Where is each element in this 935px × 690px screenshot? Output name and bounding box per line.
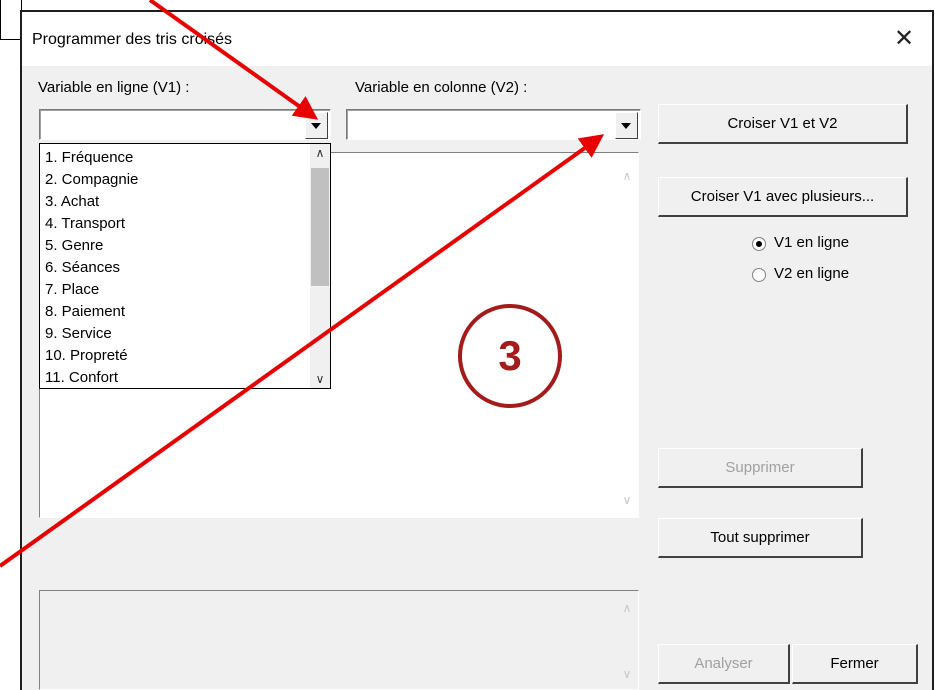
list-item[interactable]: 6. Séances	[45, 257, 120, 279]
delete-all-button[interactable]: Tout supprimer	[658, 518, 863, 558]
v1-dropdown-arrow-icon[interactable]	[305, 112, 328, 139]
title-bar: Programmer des tris croisés ✕	[22, 12, 932, 66]
v1-label: Variable en ligne (V1) :	[38, 79, 190, 96]
cross-v1-v2-button[interactable]: Croiser V1 et V2	[658, 104, 908, 144]
dropdown-scrollbar[interactable]: ∧ ∨	[310, 144, 330, 388]
analysis-output-area[interactable]: ∧ ∨	[39, 590, 639, 690]
radio-v2-row-option[interactable]: V2 en ligne	[752, 265, 902, 287]
v2-dropdown-arrow-icon[interactable]	[615, 112, 638, 139]
step-number-badge: 3	[458, 304, 562, 408]
close-button[interactable]: Fermer	[792, 644, 918, 684]
list-item[interactable]: 4. Transport	[45, 213, 125, 235]
list-item[interactable]: 2. Compagnie	[45, 169, 138, 191]
scrollbar-thumb[interactable]	[311, 168, 329, 286]
v2-combobox[interactable]	[346, 109, 641, 140]
list-item[interactable]: 7. Place	[45, 279, 99, 301]
list-scroll-down-icon[interactable]: ∨	[616, 493, 638, 507]
dialog-title: Programmer des tris croisés	[32, 31, 233, 48]
radio-v1-row[interactable]	[752, 237, 766, 251]
scroll-down-icon[interactable]: ∨	[310, 372, 330, 386]
analyze-button[interactable]: Analyser	[658, 644, 790, 684]
list-item[interactable]: 3. Achat	[45, 191, 99, 213]
list-item[interactable]: 8. Paiement	[45, 301, 125, 323]
list-item[interactable]: 1. Fréquence	[45, 147, 133, 169]
v1-combobox[interactable]	[39, 109, 331, 140]
radio-v1-row-option[interactable]: V1 en ligne	[752, 234, 902, 256]
list-item[interactable]: 11. Confort	[45, 367, 118, 389]
radio-v2-row-label: V2 en ligne	[774, 265, 850, 282]
delete-button[interactable]: Supprimer	[658, 448, 863, 488]
output-scroll-down-icon[interactable]: ∨	[616, 667, 638, 681]
close-icon[interactable]: ✕	[888, 23, 920, 55]
output-scroll-up-icon[interactable]: ∧	[616, 601, 638, 615]
v2-label: Variable en colonne (V2) :	[355, 79, 528, 96]
background-window-fragment	[0, 0, 22, 40]
list-item[interactable]: 9. Service	[45, 323, 112, 345]
radio-v1-row-label: V1 en ligne	[774, 234, 850, 251]
list-item[interactable]: 5. Genre	[45, 235, 103, 257]
scroll-up-icon[interactable]: ∧	[310, 146, 330, 160]
cross-v1-multiple-button[interactable]: Croiser V1 avec plusieurs...	[658, 177, 908, 217]
list-item[interactable]: 10. Propreté	[45, 345, 128, 367]
v1-dropdown-list[interactable]: 1. Fréquence 2. Compagnie 3. Achat 4. Tr…	[39, 143, 331, 389]
radio-v2-row[interactable]	[752, 268, 766, 282]
list-scroll-up-icon[interactable]: ∧	[616, 169, 638, 183]
